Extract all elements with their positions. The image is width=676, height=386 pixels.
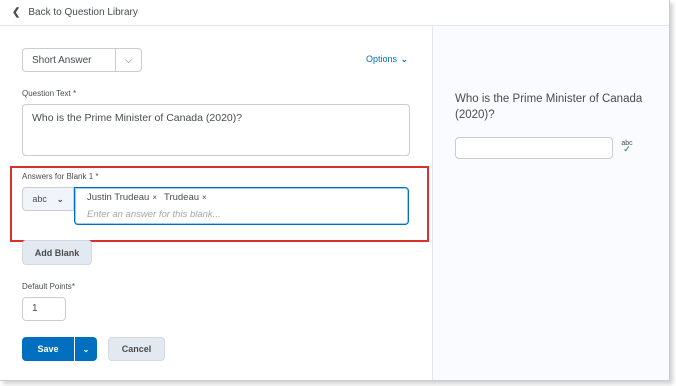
question-text-label: Question Text * bbox=[22, 89, 77, 98]
options-label: Options bbox=[366, 54, 398, 64]
default-points-input[interactable]: 1 bbox=[22, 297, 66, 321]
options-toggle[interactable]: Options ⌄ bbox=[366, 54, 408, 64]
answer-entry-placeholder[interactable]: Enter an answer for this blank... bbox=[87, 209, 221, 220]
preview-panel: Who is the Prime Minister of Canada (202… bbox=[432, 27, 669, 380]
answer-type-select[interactable]: abc ⌄ bbox=[22, 187, 74, 211]
answer-tag: Trudeau × bbox=[164, 192, 207, 203]
chevron-down-icon: ⌵ bbox=[115, 49, 141, 71]
spellcheck-icon[interactable]: abc ✓ bbox=[620, 140, 634, 154]
answer-type-value: abc bbox=[32, 194, 47, 204]
save-button-group: Save ⌄ bbox=[22, 337, 97, 361]
add-blank-button[interactable]: Add Blank bbox=[22, 240, 92, 265]
answer-tag: Justin Trudeau × bbox=[87, 192, 157, 203]
answer-tags: Justin Trudeau × Trudeau × bbox=[87, 192, 207, 203]
question-text-value: Who is the Prime Minister of Canada (202… bbox=[32, 112, 243, 124]
save-options-button[interactable]: ⌄ bbox=[74, 337, 97, 361]
default-points-label: Default Points* bbox=[22, 282, 75, 291]
preview-question-text: Who is the Prime Minister of Canada (202… bbox=[455, 93, 643, 121]
chevron-left-icon: ❮ bbox=[12, 7, 21, 18]
chevron-down-icon: ⌄ bbox=[401, 54, 408, 64]
question-type-select[interactable]: Short Answer ⌵ bbox=[22, 48, 142, 72]
remove-tag-icon[interactable]: × bbox=[202, 193, 207, 202]
chevron-down-icon: ⌄ bbox=[82, 344, 90, 354]
question-type-value: Short Answer bbox=[32, 54, 92, 66]
save-button[interactable]: Save bbox=[22, 337, 74, 361]
remove-tag-icon[interactable]: × bbox=[152, 193, 157, 202]
back-link-label: Back to Question Library bbox=[28, 7, 138, 18]
question-text-field[interactable]: Who is the Prime Minister of Canada (202… bbox=[22, 104, 410, 156]
blank-answers-label: Answers for Blank 1 * bbox=[22, 172, 99, 181]
cancel-button[interactable]: Cancel bbox=[108, 337, 165, 361]
preview-answer-input[interactable] bbox=[455, 137, 613, 159]
top-bar: ❮ Back to Question Library bbox=[0, 0, 669, 26]
back-to-library-link[interactable]: ❮ Back to Question Library bbox=[12, 7, 138, 18]
chevron-down-icon: ⌄ bbox=[56, 194, 64, 204]
answers-input[interactable]: Justin Trudeau × Trudeau × Enter an answ… bbox=[74, 187, 409, 225]
app-frame: ❮ Back to Question Library Short Answer … bbox=[0, 0, 670, 381]
